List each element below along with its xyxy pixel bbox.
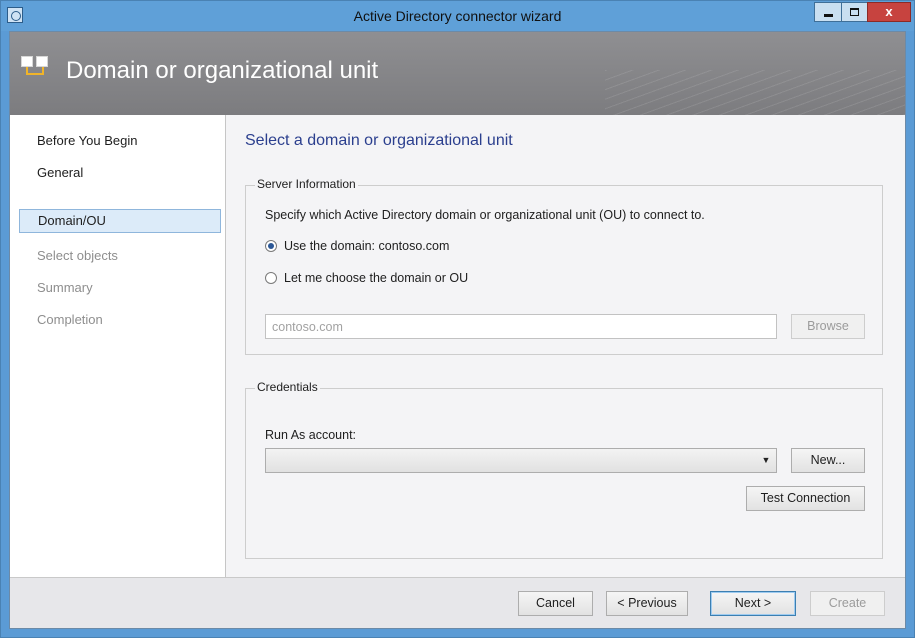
credentials-group: Credentials Run As account: ▼ New... Tes… — [245, 380, 883, 559]
maximize-button[interactable] — [841, 2, 868, 22]
choose-domain-radio[interactable] — [265, 272, 277, 284]
domain-input[interactable] — [265, 314, 777, 339]
run-as-account-label: Run As account: — [265, 428, 357, 442]
previous-button[interactable]: < Previous — [606, 591, 688, 616]
use-domain-radio[interactable] — [265, 240, 277, 252]
close-icon: x — [885, 4, 893, 19]
run-as-account-dropdown[interactable]: ▼ — [265, 448, 777, 473]
wizard-body: Domain or organizational unit Before You… — [9, 31, 906, 629]
wizard-content: Select a domain or organizational unit S… — [226, 115, 905, 577]
wizard-header: Domain or organizational unit — [10, 32, 905, 115]
minimize-button[interactable] — [814, 2, 842, 22]
browse-button[interactable]: Browse — [791, 314, 865, 339]
server-description: Specify which Active Directory domain or… — [265, 208, 705, 222]
nav-step-completion: Completion — [37, 312, 103, 327]
test-connection-button[interactable]: Test Connection — [746, 486, 865, 511]
server-information-group: Server Information Specify which Active … — [245, 177, 883, 355]
new-account-button[interactable]: New... — [791, 448, 865, 473]
nav-step-select-objects: Select objects — [37, 248, 118, 263]
create-button[interactable]: Create — [810, 591, 885, 616]
connector-icon-right-box — [36, 56, 48, 67]
server-information-legend: Server Information — [255, 177, 358, 191]
page-title: Domain or organizational unit — [66, 57, 379, 84]
wizard-window: Active Directory connector wizard x Doma… — [0, 0, 915, 638]
window-title: Active Directory connector wizard — [353, 8, 562, 24]
use-domain-label[interactable]: Use the domain: contoso.com — [284, 239, 449, 253]
connector-icon-link — [26, 67, 44, 75]
title-bar[interactable]: Active Directory connector wizard x — [1, 1, 914, 31]
connector-icon-left-box — [21, 56, 33, 67]
nav-step-domain-ou[interactable]: Domain/OU — [19, 209, 221, 233]
maximize-icon — [850, 8, 859, 16]
connector-icon — [21, 56, 49, 80]
nav-step-general[interactable]: General — [19, 161, 221, 185]
cancel-button[interactable]: Cancel — [518, 591, 593, 616]
nav-step-summary: Summary — [37, 280, 93, 295]
minimize-icon — [824, 14, 833, 17]
credentials-legend: Credentials — [255, 380, 320, 394]
next-button[interactable]: Next > — [710, 591, 796, 616]
choose-domain-label[interactable]: Let me choose the domain or OU — [284, 271, 468, 285]
wizard-footer: Cancel < Previous Next > Create — [10, 577, 905, 628]
nav-step-before-you-begin[interactable]: Before You Begin — [19, 129, 221, 153]
section-heading: Select a domain or organizational unit — [245, 132, 513, 149]
close-button[interactable]: x — [867, 2, 911, 22]
wizard-steps-nav: Before You Begin General Domain/OU Selec… — [10, 115, 226, 577]
chevron-down-icon[interactable]: ▼ — [761, 454, 771, 466]
